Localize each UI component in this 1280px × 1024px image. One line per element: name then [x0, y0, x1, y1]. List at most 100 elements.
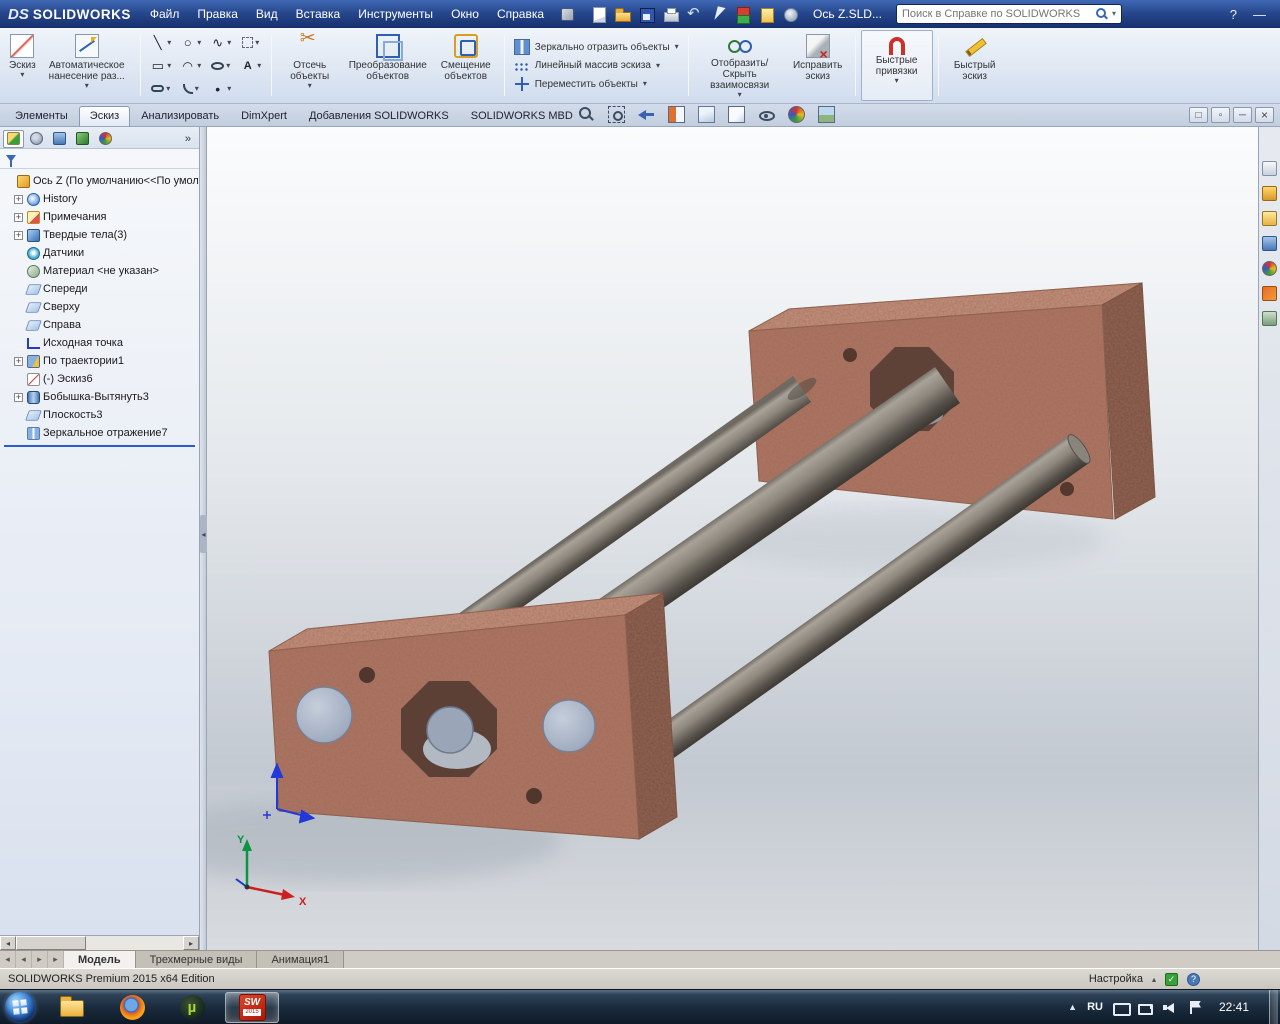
display-style-icon[interactable]	[728, 106, 745, 123]
convert-entities-button[interactable]: Преобразование объектов	[343, 30, 433, 101]
pin-icon[interactable]	[561, 7, 575, 21]
command-tab[interactable]: SOLIDWORKS MBD	[460, 106, 584, 126]
custom-properties-icon[interactable]	[1262, 311, 1277, 326]
panel-splitter[interactable]	[200, 127, 207, 950]
menu-item[interactable]: Вставка	[287, 1, 350, 27]
dropdown-arrow-icon[interactable]	[656, 62, 660, 70]
view-orientation-icon[interactable]	[698, 106, 715, 123]
dropdown-arrow-icon[interactable]	[308, 82, 312, 90]
quick-snaps-button[interactable]: Быстрые привязки	[860, 30, 933, 101]
dropdown-arrow-icon[interactable]	[257, 62, 261, 70]
expand-toggle[interactable]	[14, 429, 23, 438]
zoom-fit-icon[interactable]	[578, 106, 595, 123]
expand-toggle[interactable]: +	[14, 212, 23, 222]
expand-toggle[interactable]	[14, 375, 23, 384]
tree-item[interactable]: Ось Z (По умолчанию<<По умолча	[0, 172, 199, 190]
new-document-icon[interactable]	[590, 6, 607, 23]
battery-icon[interactable]	[1137, 1001, 1153, 1015]
search-dropdown-icon[interactable]	[1112, 10, 1116, 18]
panel-collapse-button[interactable]: »	[180, 133, 196, 145]
command-tab[interactable]: Эскиз	[78, 106, 131, 126]
expand-toggle[interactable]	[14, 303, 23, 312]
dropdown-arrow-icon[interactable]	[675, 43, 679, 51]
splitter-handle[interactable]	[200, 515, 207, 553]
command-tab[interactable]: Анализировать	[130, 106, 230, 126]
command-tab[interactable]: Добавления SOLIDWORKS	[298, 106, 460, 126]
sketch-tool-button[interactable]	[176, 77, 206, 100]
dropdown-arrow-icon[interactable]	[195, 85, 199, 93]
dropdown-arrow-icon[interactable]	[895, 77, 899, 85]
panel-tab[interactable]	[26, 130, 47, 148]
trim-entities-button[interactable]: Отсечь объекты	[277, 30, 343, 101]
expand-toggle[interactable]	[14, 267, 23, 276]
view-palette-icon[interactable]	[1262, 236, 1277, 251]
ribbon-stacked-button[interactable]: Зеркально отразить объекты	[510, 38, 683, 56]
tree-item[interactable]: + По траектории1	[0, 352, 199, 370]
sketch-tool-button[interactable]	[236, 31, 266, 54]
tab-scroll-right-icon[interactable]	[32, 951, 48, 968]
language-indicator[interactable]: RU	[1087, 1001, 1103, 1013]
sketch-button[interactable]: Эскиз	[6, 30, 39, 101]
undo-icon[interactable]	[686, 4, 703, 23]
help-button[interactable]: ?	[1230, 7, 1237, 22]
expand-toggle[interactable]	[14, 411, 23, 420]
sketch-tool-button[interactable]	[206, 54, 236, 77]
menu-item[interactable]: Файл	[141, 1, 189, 27]
tree-item[interactable]: + Бобышка-Вытянуть3	[0, 388, 199, 406]
show-desktop-button[interactable]	[1269, 989, 1278, 1024]
window-minimize-icon[interactable]	[1211, 107, 1230, 123]
panel-tab[interactable]	[3, 129, 24, 148]
tree-item[interactable]: Справа	[0, 316, 199, 334]
decals-icon[interactable]	[1262, 286, 1277, 301]
front-bolt-hole-2[interactable]	[526, 788, 542, 804]
sketch-tool-button[interactable]	[206, 77, 236, 100]
dropdown-arrow-icon[interactable]	[643, 80, 647, 88]
window-close-icon[interactable]	[1255, 107, 1274, 123]
sketch-tool-button[interactable]	[146, 77, 176, 100]
tree-item[interactable]: Сверху	[0, 298, 199, 316]
taskbar-clock[interactable]: 22:41	[1213, 1000, 1259, 1014]
rapid-sketch-button[interactable]: Быстрый эскиз	[944, 30, 1006, 101]
panel-tab[interactable]	[49, 130, 70, 148]
tree-item[interactable]: Плоскость3	[0, 406, 199, 424]
window-restore-icon[interactable]	[1233, 107, 1252, 123]
repair-sketch-button[interactable]: Исправить эскиз	[786, 30, 850, 101]
rear-bolt-hole-2[interactable]	[1060, 482, 1074, 496]
offset-entities-button[interactable]: Смещение объектов	[433, 30, 499, 101]
tree-item[interactable]: Исходная точка	[0, 334, 199, 352]
search-input[interactable]	[901, 8, 1092, 20]
customize-dropdown-icon[interactable]	[1152, 973, 1156, 985]
tree-horizontal-scrollbar[interactable]: ◂ ▸	[0, 935, 199, 950]
help-search-box[interactable]	[895, 4, 1122, 24]
taskbar-solidworks-button[interactable]: SW 2015	[225, 991, 279, 1023]
sketch-tool-button[interactable]	[146, 54, 176, 77]
expand-toggle[interactable]	[14, 339, 23, 348]
model-tab[interactable]: Модель	[64, 951, 136, 968]
menu-item[interactable]: Окно	[442, 1, 488, 27]
tree-item[interactable]: + Твердые тела(3)	[0, 226, 199, 244]
expand-toggle[interactable]: +	[14, 356, 23, 366]
status-help-icon[interactable]	[1187, 972, 1200, 986]
panel-tab[interactable]	[72, 130, 93, 148]
sketch-tool-button[interactable]	[176, 31, 206, 54]
dropdown-arrow-icon[interactable]	[197, 39, 201, 47]
command-tab[interactable]: Элементы	[4, 106, 79, 126]
center-rod-end[interactable]	[426, 706, 474, 754]
menu-item[interactable]: Справка	[488, 1, 553, 27]
model-tab[interactable]: Трехмерные виды	[135, 951, 258, 968]
expand-toggle[interactable]	[4, 177, 13, 186]
task-pane-resources-icon[interactable]	[1262, 161, 1277, 176]
ribbon-stacked-button[interactable]: Линейный массив эскиза	[510, 58, 683, 73]
dropdown-arrow-icon[interactable]	[227, 39, 231, 47]
sketch-tool-button[interactable]	[236, 54, 266, 77]
ribbon-stacked-button[interactable]: Переместить объекты	[510, 75, 683, 93]
dropdown-arrow-icon[interactable]	[166, 85, 170, 93]
dropdown-arrow-icon[interactable]	[85, 82, 89, 90]
minimize-button[interactable]: —	[1253, 7, 1266, 22]
scroll-left-icon[interactable]: ◂	[0, 936, 16, 950]
section-view-icon[interactable]	[668, 106, 685, 123]
viewport-3d[interactable]: Y X	[207, 127, 1258, 950]
tree-item[interactable]: Зеркальное отражение7	[0, 424, 199, 442]
expand-toggle[interactable]: +	[14, 194, 23, 204]
file-properties-icon[interactable]	[758, 6, 775, 23]
